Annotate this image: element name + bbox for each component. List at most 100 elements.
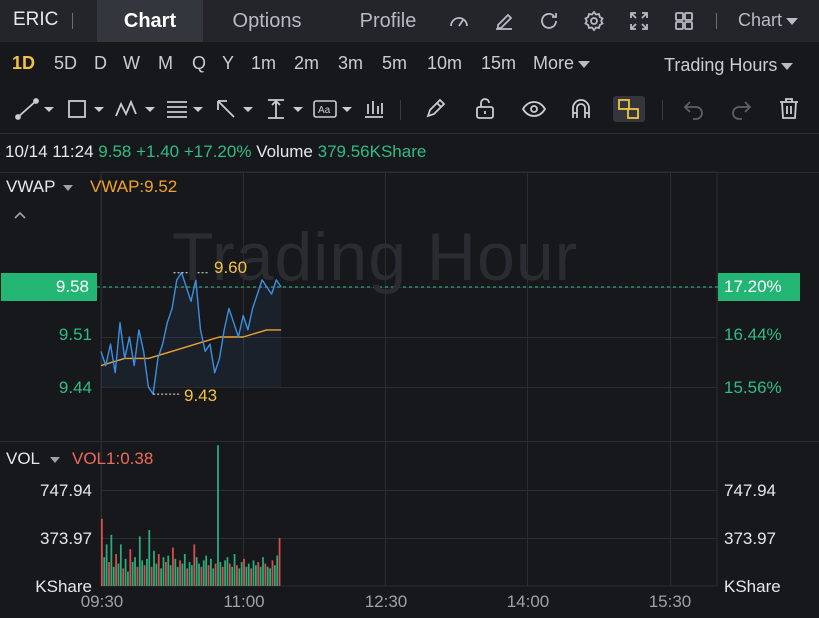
volume-bar <box>155 563 158 586</box>
volume-bar <box>262 557 264 586</box>
volume-bar <box>115 554 117 586</box>
volume-bar <box>164 562 167 586</box>
volume-bar <box>259 566 262 586</box>
volume-bar <box>138 536 141 586</box>
volume-bar <box>224 560 226 586</box>
vol-indicator-dropdown[interactable]: VOL <box>6 449 61 469</box>
volume-bar <box>160 568 162 586</box>
volume-bar <box>103 557 106 586</box>
vol-axis-label: 747.94 <box>40 481 92 500</box>
volume-bar <box>127 571 129 586</box>
vol-axis-unit: KShare <box>724 577 781 596</box>
volume-bar <box>119 544 122 586</box>
volume-bar <box>273 565 276 586</box>
time-tick: 09:30 <box>80 592 124 611</box>
volume-bar <box>247 563 250 586</box>
time-tick: 14:00 <box>506 592 550 611</box>
volume-bar <box>162 557 165 586</box>
volume-bar <box>226 557 229 586</box>
volume-bar <box>181 563 184 586</box>
volume-bar <box>236 565 238 586</box>
volume-bar <box>219 562 222 586</box>
volume-bar <box>240 562 243 586</box>
vol-indicator-value: VOL1:0.38 <box>72 449 154 468</box>
high-marker-label: 9.60 <box>214 258 248 277</box>
volume-bar <box>231 566 234 586</box>
pct-axis-label: 15.56% <box>724 378 782 397</box>
volume-bar <box>221 566 224 586</box>
volume-bar <box>266 566 269 586</box>
time-tick: 12:30 <box>364 592 408 611</box>
volume-bar <box>101 518 103 586</box>
volume-bar <box>108 562 110 586</box>
volume-bar <box>176 566 179 586</box>
volume-bar <box>153 550 155 586</box>
volume-bar <box>233 554 236 586</box>
current-pct-tag: 17.20% <box>718 273 800 301</box>
volume-bar <box>195 557 198 586</box>
volume-bar <box>202 560 205 586</box>
volume-bar <box>148 530 151 586</box>
low-marker-label: 9.43 <box>184 386 218 405</box>
volume-bar <box>276 555 279 586</box>
volume-bar <box>141 560 144 586</box>
volume-bar <box>124 558 127 586</box>
volume-bar <box>136 566 139 586</box>
time-tick: 11:00 <box>223 592 265 611</box>
volume-bar <box>271 560 274 586</box>
volume-bar <box>112 566 115 586</box>
volume-bar <box>174 558 177 586</box>
volume-bar <box>179 560 181 586</box>
volume-bar <box>193 544 196 586</box>
volume-bar <box>105 544 108 586</box>
vol-axis-label: 373.97 <box>40 529 92 548</box>
volume-bar <box>117 563 120 586</box>
volume-bar <box>200 566 203 586</box>
volume-bar <box>122 568 125 586</box>
volume-bar <box>146 558 148 586</box>
watermark: Trading Hour <box>172 219 579 295</box>
volume-bar <box>169 565 172 586</box>
chevron-down-icon <box>63 184 74 191</box>
price-chart[interactable] <box>0 0 819 618</box>
volume-bar <box>129 549 132 586</box>
volume-bar <box>167 555 170 586</box>
volume-bar <box>250 568 253 586</box>
vwap-indicator-dropdown[interactable]: VWAP <box>6 177 74 197</box>
volume-bar <box>264 563 267 586</box>
volume-bar <box>110 534 113 586</box>
volume-bar <box>255 565 257 586</box>
volume-bar <box>183 554 186 586</box>
volume-bar <box>238 568 241 586</box>
current-price-tag: 9.58 <box>1 273 97 301</box>
volume-bar <box>143 565 146 586</box>
volume-bar <box>172 547 174 586</box>
volume-bar <box>269 568 271 586</box>
volume-bar <box>134 557 136 586</box>
volume-bar <box>207 565 210 586</box>
vwap-indicator-value: VWAP:9.52 <box>90 177 178 196</box>
volume-bar <box>214 563 217 586</box>
volume-bar <box>228 563 231 586</box>
volume-bar <box>131 562 134 586</box>
volume-bar <box>278 538 281 586</box>
price-axis-label: 9.44 <box>58 378 92 397</box>
price-axis-label: 9.51 <box>58 325 92 344</box>
chevron-down-icon <box>50 456 61 463</box>
volume-bar <box>198 563 200 586</box>
vol-axis-label: 373.97 <box>724 529 776 548</box>
time-tick: 15:30 <box>648 592 692 611</box>
volume-bar <box>191 565 193 586</box>
volume-bar <box>257 562 260 586</box>
volume-bar <box>150 566 153 586</box>
volume-bar <box>243 558 245 586</box>
volume-bar <box>217 445 219 586</box>
volume-bar <box>188 562 191 586</box>
volume-bar <box>157 554 160 586</box>
vwap-indicator-name: VWAP <box>6 177 56 196</box>
collapse-chevron-up-icon[interactable] <box>12 208 28 226</box>
volume-bar <box>205 555 208 586</box>
vol-indicator-name: VOL <box>6 449 41 468</box>
volume-bar <box>245 566 248 586</box>
volume-bar <box>252 560 255 586</box>
